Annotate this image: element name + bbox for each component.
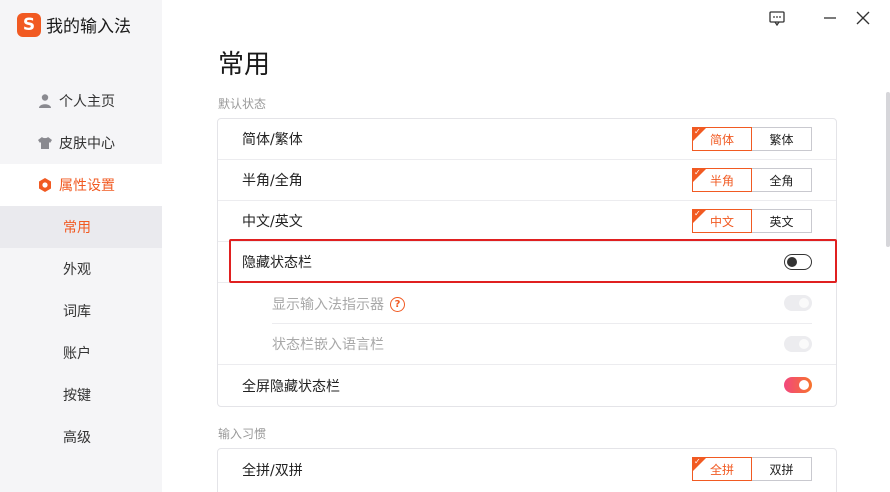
scrollbar-thumb[interactable] — [886, 92, 890, 247]
toggle-knob — [799, 339, 809, 349]
minimize-button[interactable] — [820, 8, 840, 28]
sidebar-item-skins[interactable]: 皮肤中心 — [0, 122, 162, 164]
sidebar-subitem-keys[interactable]: 按键 — [0, 374, 162, 416]
page-title: 常用 — [218, 50, 271, 80]
settings-row-full-double-pinyin: 全拼/双拼 ✓ 全拼 双拼 — [218, 449, 836, 490]
toggle-knob — [799, 380, 809, 390]
option-label: 英文 — [769, 214, 794, 229]
sidebar-item-label: 属性设置 — [59, 178, 115, 194]
minimize-icon — [824, 17, 836, 19]
option-label: 中文 — [709, 214, 734, 229]
check-icon: ✓ — [694, 168, 701, 177]
check-icon: ✓ — [694, 209, 701, 218]
sidebar-subitem-advanced[interactable]: 高级 — [0, 416, 162, 458]
settings-row-fullscreen-hide: 全屏隐藏状态栏 — [218, 365, 836, 406]
sidebar-subitem-appearance[interactable]: 外观 — [0, 248, 162, 290]
toggle-knob — [799, 298, 809, 308]
app-title: 我的输入法 — [46, 17, 131, 37]
fullscreen-hide-toggle[interactable] — [784, 377, 812, 393]
sidebar-item-settings[interactable]: 属性设置 — [0, 164, 162, 206]
row-label: 全屏隐藏状态栏 — [242, 378, 340, 395]
shirt-icon — [38, 137, 52, 149]
settings-row-show-indicator: 显示输入法指示器? — [218, 283, 836, 324]
check-icon: ✓ — [694, 457, 701, 466]
cn-en-segmented: ✓ 中文 英文 — [692, 209, 812, 233]
sidebar-subitem-label: 按键 — [63, 388, 91, 404]
option-label: 双拼 — [769, 462, 794, 477]
half-width-option[interactable]: ✓ 半角 — [692, 168, 752, 192]
settings-row-cn-en: 中文/英文 ✓ 中文 英文 — [218, 201, 836, 242]
traditional-option[interactable]: 繁体 — [752, 127, 812, 151]
person-icon — [39, 94, 51, 108]
full-width-option[interactable]: 全角 — [752, 168, 812, 192]
option-label: 全角 — [769, 173, 794, 188]
simp-trad-segmented: ✓ 简体 繁体 — [692, 127, 812, 151]
settings-row-simp-trad: 简体/繁体 ✓ 简体 繁体 — [218, 119, 836, 160]
sidebar-subitem-account[interactable]: 账户 — [0, 332, 162, 374]
close-icon — [856, 11, 870, 25]
sidebar: S 我的输入法 个人主页 皮肤中心 属性设置 常用 外观 词库 账户 按键 高级 — [0, 0, 162, 492]
feedback-icon — [769, 10, 785, 26]
settings-row-half-full: 半角/全角 ✓ 半角 全角 — [218, 160, 836, 201]
brand: S 我的输入法 — [17, 12, 131, 37]
option-label: 繁体 — [769, 132, 794, 147]
embed-language-bar-toggle — [784, 336, 812, 352]
sidebar-item-profile[interactable]: 个人主页 — [0, 80, 162, 122]
row-label-text: 显示输入法指示器 — [272, 296, 384, 313]
default-state-card: 简体/繁体 ✓ 简体 繁体 半角/全角 ✓ 半角 全角 中文/英文 ✓ 中文 英… — [217, 118, 837, 407]
close-button[interactable] — [853, 8, 873, 28]
sidebar-item-label: 个人主页 — [59, 94, 115, 110]
row-label: 显示输入法指示器? — [272, 294, 405, 314]
settings-row-hide-status-bar: 隐藏状态栏 — [218, 242, 836, 283]
full-pinyin-option[interactable]: ✓ 全拼 — [692, 457, 752, 481]
check-icon: ✓ — [694, 127, 701, 136]
row-label: 半角/全角 — [242, 173, 303, 189]
hexagon-settings-icon — [39, 178, 51, 192]
app-logo: S — [17, 12, 41, 37]
row-label: 简体/繁体 — [242, 132, 303, 148]
sidebar-subitem-label: 词库 — [63, 304, 91, 320]
input-habits-card: 全拼/双拼 ✓ 全拼 双拼 — [217, 448, 837, 492]
sidebar-subitem-label: 高级 — [63, 430, 91, 446]
sidebar-subitem-label: 常用 — [63, 220, 91, 236]
row-label: 隐藏状态栏 — [242, 255, 312, 271]
pinyin-mode-segmented: ✓ 全拼 双拼 — [692, 457, 812, 481]
help-icon[interactable]: ? — [390, 297, 405, 312]
settings-row-embed-language-bar: 状态栏嵌入语言栏 — [218, 324, 836, 365]
half-full-segmented: ✓ 半角 全角 — [692, 168, 812, 192]
toggle-knob — [787, 256, 797, 267]
row-label: 状态栏嵌入语言栏 — [272, 337, 384, 353]
simplified-option[interactable]: ✓ 简体 — [692, 127, 752, 151]
row-label: 中文/英文 — [242, 214, 303, 230]
option-label: 半角 — [709, 173, 734, 188]
english-option[interactable]: 英文 — [752, 209, 812, 233]
sidebar-subitem-label: 账户 — [63, 346, 91, 362]
section-label-default-state: 默认状态 — [218, 97, 267, 111]
option-label: 简体 — [709, 132, 734, 147]
row-label: 全拼/双拼 — [242, 462, 303, 479]
chinese-option[interactable]: ✓ 中文 — [692, 209, 752, 233]
show-indicator-toggle — [784, 295, 812, 311]
sidebar-subitem-label: 外观 — [63, 262, 91, 278]
option-label: 全拼 — [709, 462, 734, 477]
double-pinyin-option[interactable]: 双拼 — [752, 457, 812, 481]
sidebar-item-label: 皮肤中心 — [59, 136, 115, 152]
section-label-input-habits: 输入习惯 — [218, 427, 267, 441]
sidebar-subitem-common[interactable]: 常用 — [0, 206, 162, 248]
sidebar-subitem-dictionary[interactable]: 词库 — [0, 290, 162, 332]
feedback-button[interactable] — [767, 8, 787, 28]
hide-status-bar-toggle[interactable] — [784, 254, 812, 270]
